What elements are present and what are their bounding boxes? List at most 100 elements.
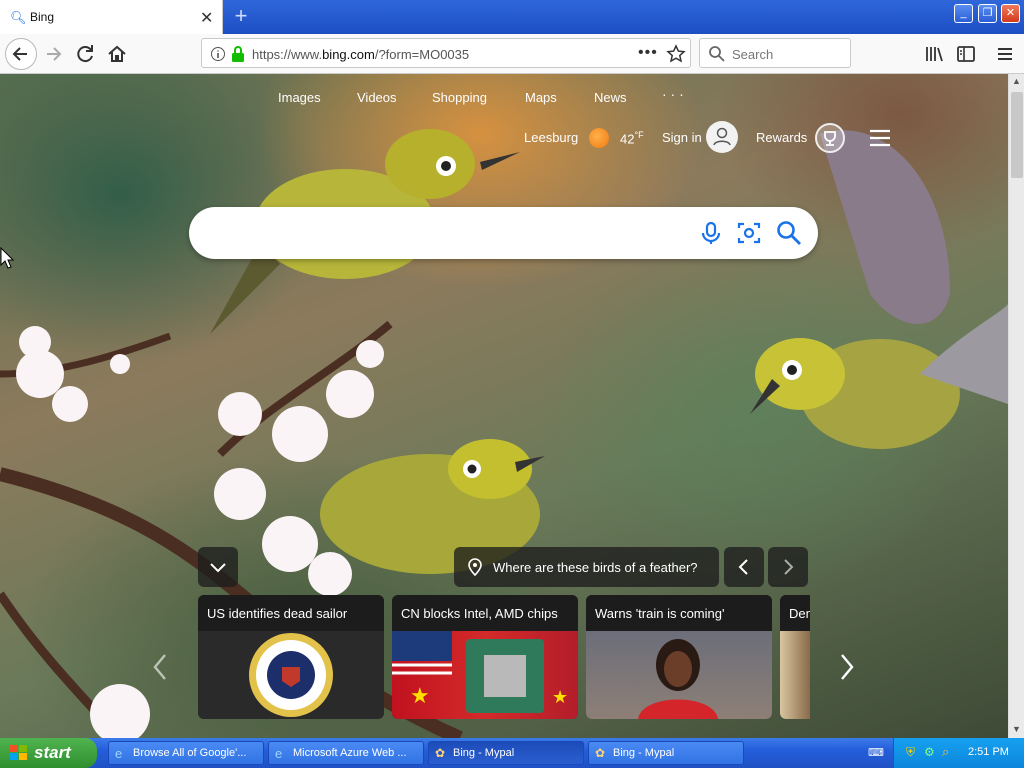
image-caption[interactable]: Where are these birds of a feather? [454,547,719,587]
user-icon [713,127,731,146]
bookmark-star-icon[interactable] [666,44,686,64]
cpu-chip-icon: ★ ★ [392,631,568,713]
collapse-button[interactable] [198,547,238,587]
clock[interactable]: 2:51 PM [968,746,1009,758]
news-card[interactable]: CN blocks Intel, AMD chips ★ ★ [392,595,578,719]
caption-text: Where are these birds of a feather? [493,560,698,575]
search-icon[interactable] [775,219,803,247]
windows-logo-icon [10,745,28,761]
tab-title: Bing [30,10,55,24]
taskbar-item-bing-mypal-active[interactable]: ✿ Bing - Mypal [428,741,584,765]
start-label: start [34,743,71,762]
news-card[interactable]: Warns 'train is coming' [586,595,772,719]
hamburger-menu-icon[interactable] [995,44,1015,64]
navigation-toolbar: https://www.bing.com/?form=MO0035 ••• Se… [0,34,1024,74]
new-tab-button[interactable]: + [229,4,253,28]
person-photo-icon [638,639,718,719]
page-actions-menu-icon[interactable]: ••• [638,44,658,62]
restore-button[interactable]: ❐ [978,4,997,23]
microphone-icon[interactable] [697,219,725,247]
close-window-button[interactable]: ✕ [1001,4,1020,23]
taskbar-item-browse-google[interactable]: e Browse All of Google'... [108,741,264,765]
search-placeholder: Search [732,47,774,62]
news-card-image [198,631,384,719]
avatar[interactable] [706,121,738,153]
browser-search-field[interactable]: Search [699,38,851,68]
chevron-down-icon [210,563,226,573]
library-icon[interactable] [924,44,944,64]
reload-icon [77,45,93,63]
carousel-prev-icon[interactable] [150,652,170,682]
previous-image-button[interactable] [724,547,764,587]
home-button[interactable] [103,40,131,68]
nav-maps[interactable]: Maps [525,90,557,105]
forward-arrow-icon [47,47,62,61]
nav-news[interactable]: News [594,90,627,105]
reload-button[interactable] [72,40,100,68]
nav-images[interactable]: Images [278,90,321,105]
news-card-title: CN blocks Intel, AMD chips [392,595,578,631]
rewards-trophy-icon[interactable] [815,123,845,153]
scroll-up-icon[interactable]: ▲ [1012,76,1021,86]
news-card-image: ★ ★ [392,631,578,719]
search-icon [709,46,725,62]
ie-icon: e [275,746,283,761]
search-tray-icon[interactable]: ⌕ [942,744,949,760]
next-image-button[interactable] [768,547,808,587]
sun-icon [589,128,609,148]
info-icon[interactable] [210,46,226,62]
svg-text:★: ★ [410,683,430,708]
navy-seal-icon [249,633,333,717]
scrollbar-thumb[interactable] [1011,92,1023,178]
news-card-title: Den [780,595,810,631]
minimize-button[interactable]: _ [954,4,973,23]
tab-bing[interactable]: 🔍︎ Bing ✕ [0,0,223,34]
page-scrollbar[interactable]: ▲ ▼ [1008,74,1024,738]
network-icon[interactable]: ⚙ [924,745,935,759]
ie-icon: e [115,746,123,761]
location-pin-icon [468,558,482,577]
news-card-title: Warns 'train is coming' [586,595,772,631]
chevron-right-icon [784,559,794,575]
start-button[interactable]: start [0,738,97,768]
tab-bar: 🔍︎ Bing ✕ + _ ❐ ✕ [0,0,1024,34]
taskbar: start e Browse All of Google'... e Micro… [0,738,1024,768]
mouse-cursor-icon [0,247,14,269]
lock-icon [232,46,244,62]
system-tray: ⛨ ⚙ ⌕ 2:51 PM [893,738,1024,768]
nav-videos[interactable]: Videos [357,90,397,105]
carousel-next-icon[interactable] [837,652,857,682]
nav-shopping[interactable]: Shopping [432,90,487,105]
chevron-left-icon [738,559,748,575]
home-icon [108,45,126,62]
keyboard-icon[interactable]: ⌨ [868,746,884,759]
news-card[interactable]: US identifies dead sailor [198,595,384,719]
search-icon: 🔍︎ [10,10,27,25]
visual-search-icon[interactable] [735,219,763,247]
url-bar[interactable]: https://www.bing.com/?form=MO0035 ••• [201,38,691,68]
sidebar-icon[interactable] [956,44,976,64]
rewards-link[interactable]: Rewards [756,130,807,145]
mypal-icon: ✿ [435,746,446,760]
shield-icon[interactable]: ⛨ [906,745,915,760]
news-card[interactable]: Den [780,595,810,719]
weather-location[interactable]: Leesburg [524,130,578,145]
settings-menu-icon[interactable] [868,128,892,148]
news-card-image [586,631,772,719]
taskbar-item-bing-mypal[interactable]: ✿ Bing - Mypal [588,741,744,765]
nav-more[interactable]: · · · [662,86,684,102]
back-arrow-icon [12,47,27,61]
sign-in-link[interactable]: Sign in [662,130,702,145]
bing-search-input[interactable] [189,207,818,259]
bing-homepage: Images Videos Shopping Maps News · · · L… [0,74,1008,738]
back-button[interactable] [5,38,37,70]
weather-temperature[interactable]: 42°F [620,130,644,146]
news-card-image [780,631,810,719]
close-icon[interactable]: ✕ [200,8,213,28]
svg-text:★: ★ [552,687,568,707]
mypal-icon: ✿ [595,746,606,760]
scroll-down-icon[interactable]: ▼ [1012,724,1021,734]
url-text[interactable]: https://www.bing.com/?form=MO0035 [252,47,469,62]
forward-button[interactable] [40,40,68,68]
taskbar-item-azure[interactable]: e Microsoft Azure Web ... [268,741,424,765]
